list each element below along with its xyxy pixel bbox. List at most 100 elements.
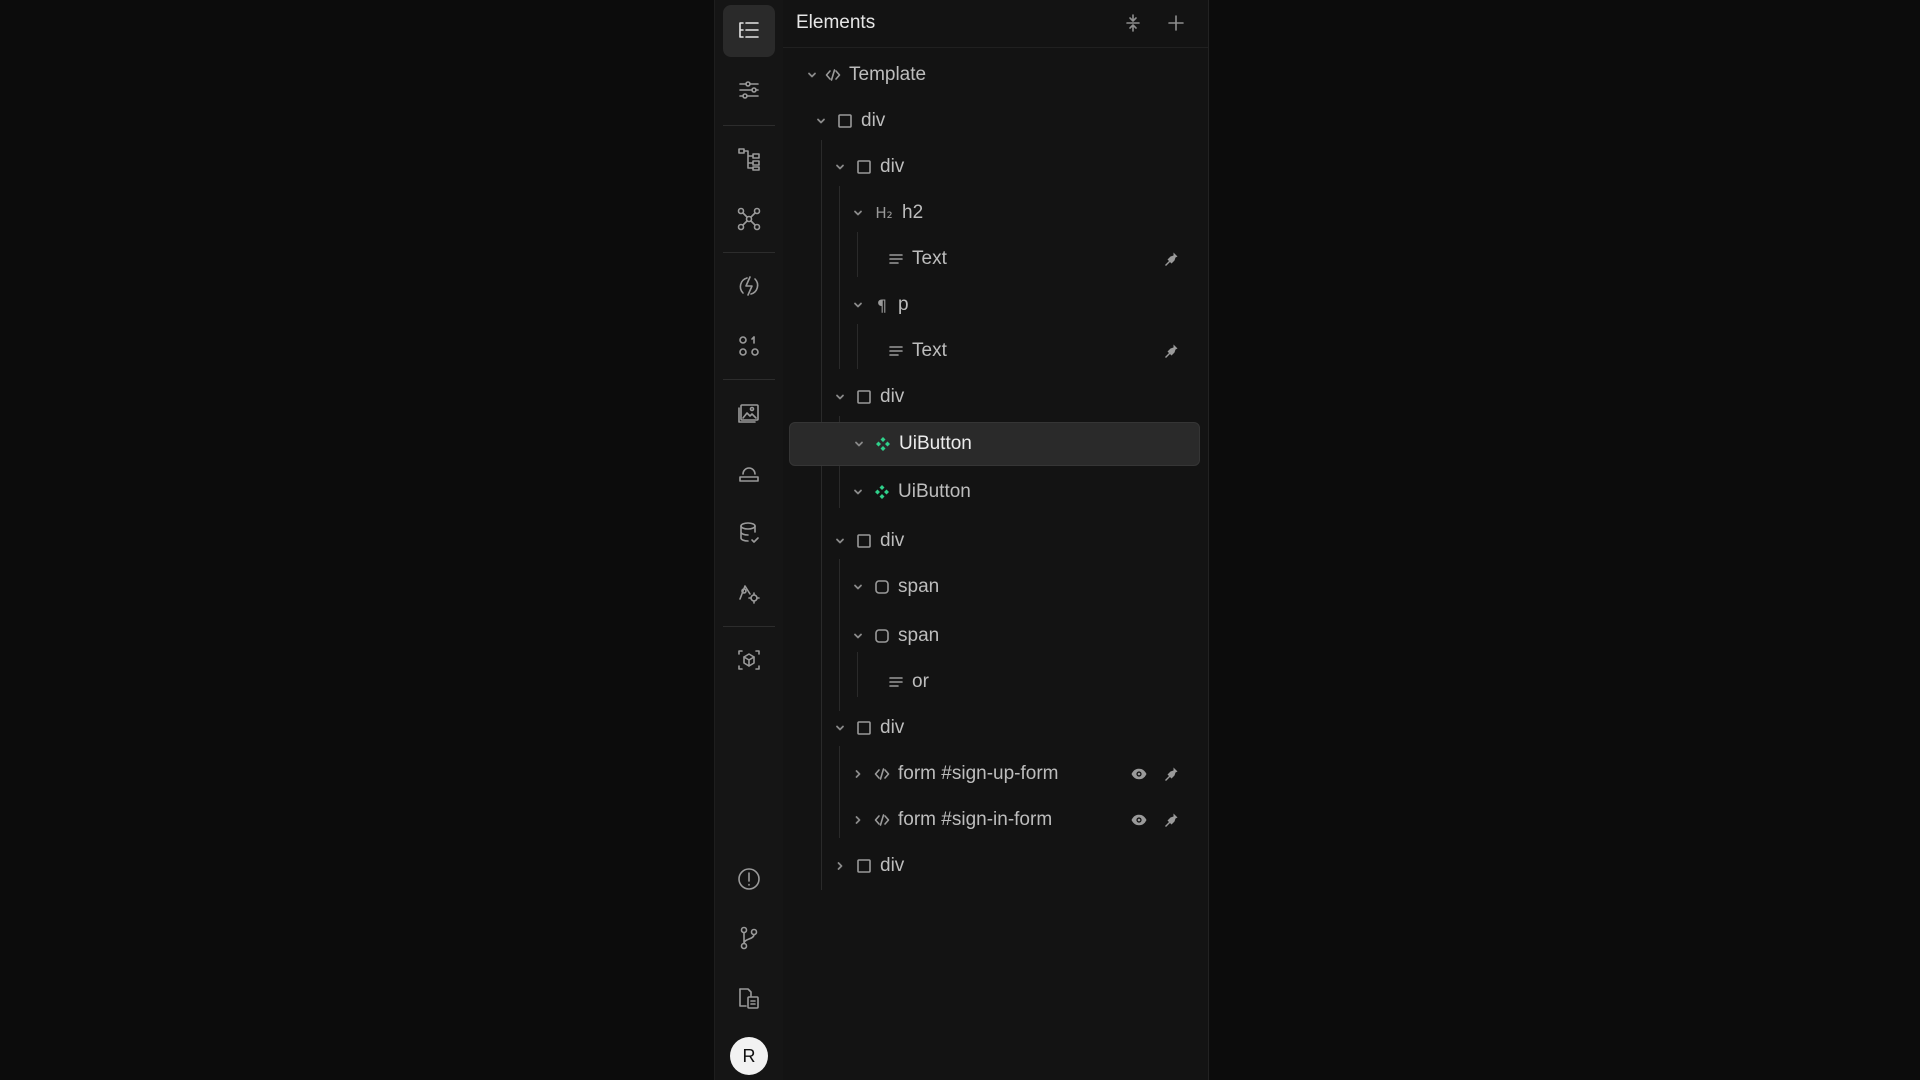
text-lines-icon xyxy=(887,342,905,360)
chevron-down-icon[interactable] xyxy=(831,532,849,550)
tree-node-span[interactable]: span xyxy=(849,567,1193,607)
sliders-icon xyxy=(739,81,759,99)
tree-node-div[interactable]: div xyxy=(831,708,1193,748)
chevron-right-icon[interactable] xyxy=(831,857,849,875)
chevron-right-icon[interactable] xyxy=(849,765,867,783)
tree-node-div[interactable]: div xyxy=(831,147,1193,187)
hierarchy-icon xyxy=(738,148,760,171)
square-icon xyxy=(855,388,873,406)
cube-scan-icon xyxy=(738,650,760,670)
chevron-down-icon[interactable] xyxy=(849,483,867,501)
tree-node-label: div xyxy=(880,386,905,407)
tree-node-h2[interactable]: H₂ h2 xyxy=(849,193,1193,233)
nodes-graph-icon xyxy=(737,207,761,231)
chevron-down-icon[interactable] xyxy=(849,578,867,596)
chevron-down-icon[interactable] xyxy=(849,627,867,645)
tree-node-form-sign-in[interactable]: form #sign-in-form xyxy=(849,800,1193,840)
chevron-down-icon[interactable] xyxy=(850,435,868,453)
elements-tree-button[interactable] xyxy=(723,5,775,57)
tree-node-text[interactable]: or xyxy=(867,662,1193,702)
plug-icon[interactable] xyxy=(1159,247,1183,271)
rounded-square-icon xyxy=(873,627,891,645)
tree-node-label: div xyxy=(880,530,905,551)
tree-node-label: form #sign-in-form xyxy=(898,809,1053,830)
graph-button[interactable] xyxy=(723,193,775,245)
chevron-down-icon[interactable] xyxy=(831,158,849,176)
tree-node-div[interactable]: div xyxy=(812,101,1192,141)
data-button[interactable] xyxy=(723,507,775,559)
files-button[interactable] xyxy=(723,972,775,1024)
properties-button[interactable] xyxy=(723,64,775,116)
git-button[interactable] xyxy=(723,912,775,964)
tree-node-div[interactable]: div xyxy=(831,846,1193,886)
code-icon xyxy=(873,811,891,829)
panel-title: Elements xyxy=(796,12,876,33)
variables-button[interactable] xyxy=(723,320,775,372)
chevron-down-icon[interactable] xyxy=(812,112,830,130)
plug-icon[interactable] xyxy=(1159,762,1183,786)
gear-shapes-icon xyxy=(739,585,760,604)
tree-guide-line xyxy=(857,232,858,277)
tree-node-label: span xyxy=(898,576,940,597)
eye-icon[interactable] xyxy=(1127,808,1151,832)
tree-node-label: Template xyxy=(849,64,927,85)
row-actions xyxy=(1127,754,1183,794)
eye-icon[interactable] xyxy=(1127,762,1151,786)
tree-node-span[interactable]: span xyxy=(849,616,1193,656)
tree-node-div[interactable]: div xyxy=(831,521,1193,561)
row-actions xyxy=(1127,800,1183,840)
cloud-button[interactable] xyxy=(723,447,775,499)
tree-guide-line xyxy=(857,324,858,369)
chevron-down-icon[interactable] xyxy=(849,204,867,222)
plugins-settings-button[interactable] xyxy=(723,567,775,619)
chevron-down-icon[interactable] xyxy=(803,66,821,84)
tree-guide-line xyxy=(839,746,840,838)
tree-node-div[interactable]: div xyxy=(831,377,1193,417)
tree-node-label: Text xyxy=(912,340,947,361)
rail-divider xyxy=(723,379,775,380)
chevron-right-icon[interactable] xyxy=(849,811,867,829)
tree-node-p[interactable]: ¶ p xyxy=(849,285,1193,325)
panel-header: Elements xyxy=(783,0,1208,48)
issues-button[interactable] xyxy=(723,853,775,905)
chevron-down-icon[interactable] xyxy=(849,296,867,314)
square-icon xyxy=(855,719,873,737)
component-tree-button[interactable] xyxy=(723,133,775,185)
tree-guide-line xyxy=(839,186,840,369)
user-avatar[interactable]: R xyxy=(730,1037,768,1075)
plug-icon[interactable] xyxy=(1159,339,1183,363)
cloud-stack-icon xyxy=(739,467,759,482)
workflows-button[interactable] xyxy=(723,260,775,312)
lightning-circle-icon xyxy=(739,276,759,296)
tree-node-label: div xyxy=(880,717,905,738)
files-icon xyxy=(739,988,759,1009)
tree-guide-line xyxy=(839,559,840,711)
tree-node-label: div xyxy=(880,855,905,876)
collapse-all-button[interactable] xyxy=(1120,10,1146,36)
add-element-button[interactable] xyxy=(1163,10,1189,36)
tree-node-uibutton[interactable]: UiButton xyxy=(849,472,1193,512)
tree-node-text[interactable]: Text xyxy=(867,331,1193,371)
tree-node-label: UiButton xyxy=(898,481,971,502)
chevron-down-icon[interactable] xyxy=(831,719,849,737)
rail-divider xyxy=(723,125,775,126)
chevron-down-icon[interactable] xyxy=(831,388,849,406)
tree-node-form-sign-up[interactable]: form #sign-up-form xyxy=(849,754,1193,794)
database-check-icon xyxy=(740,522,759,543)
rail-divider xyxy=(723,252,775,253)
text-lines-icon xyxy=(887,673,905,691)
tree-node-label: p xyxy=(898,294,909,315)
square-icon xyxy=(855,532,873,550)
code-icon xyxy=(873,765,891,783)
tree-node-text[interactable]: Text xyxy=(867,239,1193,279)
ai-button[interactable] xyxy=(723,634,775,686)
h2-icon: H₂ xyxy=(875,204,893,222)
assets-button[interactable] xyxy=(723,387,775,439)
image-gallery-icon xyxy=(738,404,759,423)
plug-icon[interactable] xyxy=(1159,808,1183,832)
code-icon xyxy=(824,66,842,84)
tree-node-label: or xyxy=(912,671,929,692)
tree-list-icon xyxy=(739,22,759,38)
tree-node-template[interactable]: Template xyxy=(803,55,1193,95)
tree-node-uibutton-selected[interactable]: UiButton xyxy=(789,422,1200,466)
